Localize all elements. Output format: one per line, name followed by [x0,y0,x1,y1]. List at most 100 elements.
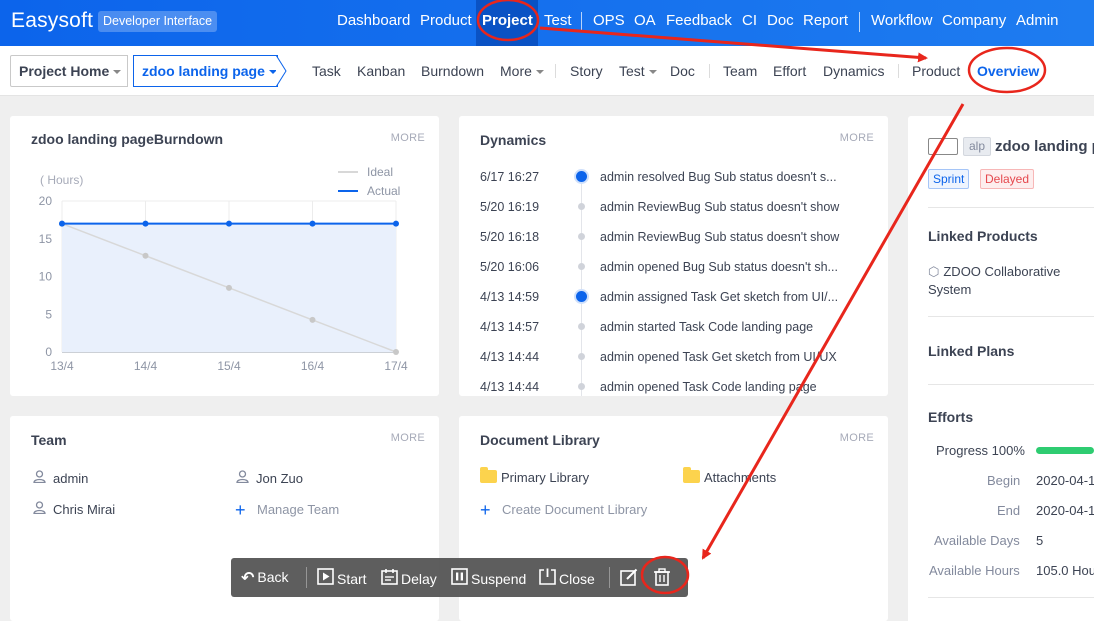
dynamics-item[interactable]: 4/13 14:59 admin assigned Task Get sketch… [459,290,888,320]
progress-bar [1036,447,1094,454]
dynamics-time: 5/20 16:06 [480,260,540,274]
library-item[interactable]: Attachments [683,467,776,485]
subnav-kanban[interactable]: Kanban [357,63,405,79]
x-tick-label: 13/4 [50,359,74,373]
timeline-dot [578,353,585,360]
document-library-title: Document Library [480,432,600,448]
project-home-dropdown[interactable]: Project Home [10,55,128,87]
ideal-point [309,316,316,323]
progress-label: Progress 100% [936,443,1025,458]
user-icon [236,470,252,486]
subnav-product[interactable]: Product [912,63,960,79]
developer-interface-badge[interactable]: Developer Interface [98,11,218,32]
back-label: Back [257,569,289,585]
dynamics-text[interactable]: admin ReviewBug Sub status doesn't show [600,230,852,244]
dynamics-time: 5/20 16:19 [480,200,540,214]
dynamics-time: 4/13 14:57 [480,320,540,334]
document-library-more-link[interactable]: MORE [840,432,874,444]
suspend-button[interactable]: Suspend [451,568,526,590]
begin-label: Begin [987,473,1021,488]
dynamics-text[interactable]: admin started Task Code landing page [600,320,852,334]
project-code-box [928,138,958,155]
team-member-name: Jon Zuo [256,471,303,486]
nav-feedback[interactable]: Feedback [666,12,732,29]
brand-logo[interactable]: Easysoft [11,9,93,33]
linked-plans-title: Linked Plans [928,343,1015,359]
library-name: Primary Library [501,470,590,485]
nav-project[interactable]: Project [482,12,533,29]
chevron-down-icon [113,70,122,75]
dynamics-text[interactable]: admin assigned Task Get sketch from UI/.… [600,290,852,304]
dynamics-item[interactable]: 6/17 16:27 admin resolved Bug Sub status … [459,170,888,200]
nav-test[interactable]: Test [544,12,572,29]
linked-product-name: ZDOO Collaborative System [928,264,1061,297]
available-hours-label: Available Hours [929,563,1020,578]
dynamics-item[interactable]: 4/13 14:57 admin started Task Code landin… [459,320,888,350]
plus-icon: + [235,500,246,520]
subnav-dynamics[interactable]: Dynamics [823,63,884,79]
project-home-label: Project Home [19,63,110,79]
edit-icon [620,568,638,591]
begin-value: 2020-04-1 [1036,473,1094,488]
nav-dashboard[interactable]: Dashboard [337,12,410,29]
subnav-test[interactable]: Test [619,63,657,79]
top-navbar: Easysoft Developer Interface Dashboard P… [0,0,1094,46]
nav-ci[interactable]: CI [742,12,757,29]
subnav-burndown[interactable]: Burndown [421,63,484,79]
nav-doc[interactable]: Doc [767,12,794,29]
nav-oa[interactable]: OA [634,12,656,29]
delay-button[interactable]: Delay [381,568,437,590]
close-button[interactable]: Close [539,568,595,590]
subnav-overview[interactable]: Overview [977,63,1039,79]
dynamics-item[interactable]: 4/13 14:44 admin opened Task Code landing… [459,380,888,396]
dynamics-text[interactable]: admin opened Bug Sub status doesn't sh..… [600,260,852,274]
subnav-doc[interactable]: Doc [670,63,695,79]
subnav-divider [555,64,556,78]
team-member[interactable]: admin [33,470,88,486]
library-item[interactable]: Primary Library [480,467,590,485]
dynamics-text[interactable]: admin opened Task Get sketch from UI/UX [600,350,852,364]
manage-team-label: Manage Team [257,502,340,517]
dynamics-more-link[interactable]: MORE [840,132,874,144]
nav-product[interactable]: Product [420,12,472,29]
start-button[interactable]: Start [317,568,367,590]
divider [928,207,1094,208]
back-button[interactable]: ↶ Back [241,568,289,588]
nav-company[interactable]: Company [942,12,1006,29]
nav-ops[interactable]: OPS [593,12,625,29]
project-switcher-dropdown[interactable]: zdoo landing page [133,55,278,87]
team-more-link[interactable]: MORE [391,432,425,444]
nav-workflow[interactable]: Workflow [871,12,932,29]
subnav-more[interactable]: More [500,63,544,79]
toolbar-divider [306,567,307,588]
user-icon [33,501,49,517]
nav-admin[interactable]: Admin [1016,12,1059,29]
subnav-effort[interactable]: Effort [773,63,806,79]
start-label: Start [337,571,367,587]
subnav-task[interactable]: Task [312,63,341,79]
project-action-toolbar: ↶ Back Start Delay Suspend Close [231,558,688,597]
edit-button[interactable] [620,568,641,591]
y-axis-label: ( Hours) [40,173,83,187]
legend-ideal-label: Ideal [367,165,393,179]
available-days-value: 5 [1036,533,1044,548]
dynamics-item[interactable]: 5/20 16:19 admin ReviewBug Sub status doe… [459,200,888,230]
delete-button[interactable] [653,568,674,591]
x-tick-label: 15/4 [217,359,241,373]
dynamics-item[interactable]: 5/20 16:06 admin opened Bug Sub status do… [459,260,888,290]
dynamics-text[interactable]: admin resolved Bug Sub status doesn't s.… [600,170,852,184]
create-library-link[interactable]: + Create Document Library [480,500,647,521]
manage-team-link[interactable]: + Manage Team [235,500,339,521]
nav-report[interactable]: Report [803,12,848,29]
subnav-team[interactable]: Team [723,63,757,79]
dynamics-text[interactable]: admin opened Task Code landing page [600,380,852,394]
available-days-label: Available Days [934,533,1020,548]
team-member[interactable]: Chris Mirai [33,501,115,517]
subnav-story[interactable]: Story [570,63,603,79]
dynamics-item[interactable]: 4/13 14:44 admin opened Task Get sketch f… [459,350,888,380]
burndown-chart: 0 5 10 15 20 13/4 14/4 15/4 16/4 17/4 ( Hours) Idea… [39,165,408,373]
team-member[interactable]: Jon Zuo [236,470,303,486]
linked-product-item[interactable]: ⬡ ZDOO Collaborative System [928,263,1078,299]
dynamics-text[interactable]: admin ReviewBug Sub status doesn't show [600,200,852,214]
dynamics-item[interactable]: 5/20 16:18 admin ReviewBug Sub status doe… [459,230,888,260]
